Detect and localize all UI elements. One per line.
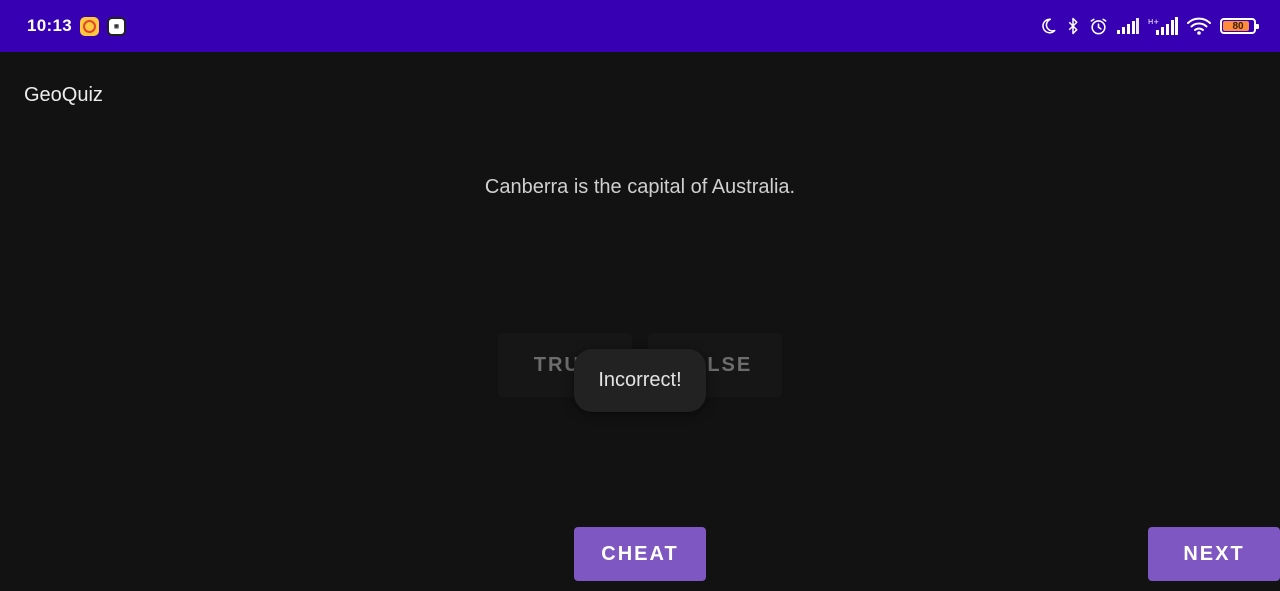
cheat-button[interactable]: CHEAT [574, 527, 706, 581]
system-icons: H+ 80 [1039, 17, 1259, 36]
alarm-icon [1089, 17, 1108, 36]
moon-icon [1039, 17, 1057, 35]
signal-hd-icon: H+ [1148, 17, 1178, 35]
status-bar: 10:13 ▦ H+ 80 [0, 0, 1280, 52]
music-app-icon [79, 16, 99, 36]
wifi-icon [1187, 17, 1211, 35]
battery-icon: 80 [1220, 18, 1259, 34]
app-title: GeoQuiz [24, 84, 103, 106]
svg-text:H+: H+ [1148, 18, 1159, 26]
question-text: Canberra is the capital of Australia. [484, 176, 796, 198]
status-time: 10:13 [27, 16, 72, 35]
bluetooth-icon [1066, 17, 1080, 35]
next-button[interactable]: NEXT [1148, 527, 1280, 581]
notification-icons: ▦ [79, 16, 126, 36]
battery-level: 80 [1232, 20, 1244, 32]
qr-app-icon: ▦ [106, 16, 126, 36]
toast-message: Incorrect! [574, 349, 706, 412]
signal-icon [1117, 18, 1139, 34]
